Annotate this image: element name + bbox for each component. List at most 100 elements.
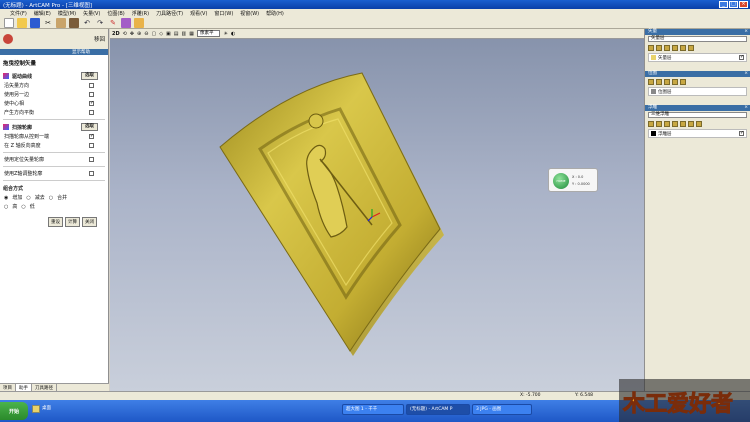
layer-tool-icon[interactable] xyxy=(672,78,678,85)
desktop-label[interactable]: 桌面 xyxy=(42,405,51,411)
radio-high[interactable]: ○ xyxy=(4,204,8,210)
radio-low[interactable]: ○ xyxy=(21,204,25,210)
option-checkbox[interactable] xyxy=(89,143,94,148)
option-checkbox[interactable] xyxy=(89,92,94,97)
draw-icon[interactable]: ✎ xyxy=(108,18,118,28)
taskbar-item[interactable]: 3 JPG - 画图 xyxy=(472,404,532,415)
layer-tool-icon[interactable] xyxy=(696,120,702,127)
taskbar-item[interactable]: 超大图 1 - 千千 xyxy=(342,404,404,415)
maximize-button[interactable]: □ xyxy=(729,1,738,8)
option-checkbox[interactable]: ✓ xyxy=(89,101,94,106)
redo-icon[interactable]: ↷ xyxy=(95,18,105,28)
layer-tool-icon[interactable] xyxy=(688,44,694,51)
option-checkbox[interactable] xyxy=(89,110,94,115)
calc-icon[interactable] xyxy=(134,17,144,28)
close-icon[interactable]: × xyxy=(744,29,748,35)
close-panel-button[interactable]: 关闭 xyxy=(82,217,97,227)
tab-assistant[interactable]: 助手 xyxy=(16,384,32,391)
select-drive-curve-button[interactable]: 选取 xyxy=(81,72,98,80)
right-panel: 矢量 × 矢量层 矢量层 ✓ 位图 × 位图层 浮雕 × 三维浮雕 浮雕层 ✓ xyxy=(644,29,750,391)
layer-tool-icon[interactable] xyxy=(672,44,678,51)
menu-vector[interactable]: 矢量(V) xyxy=(83,10,100,17)
relief-model[interactable] xyxy=(110,29,644,391)
layer-tool-icon[interactable] xyxy=(648,120,654,127)
window-titlebar[interactable]: (无标题) - ArtCAM Pro - [三维视图] _ □ × xyxy=(0,0,750,9)
layer-tool-icon[interactable] xyxy=(656,120,662,127)
section-drive-curve-title: 驱动曲线 xyxy=(12,73,33,80)
vector-layer-dropdown[interactable]: 矢量层 xyxy=(648,36,747,42)
save-icon[interactable] xyxy=(30,17,40,28)
layer-tool-icon[interactable] xyxy=(664,120,670,127)
left-panel-tabs: 项目 助手 刀具路径 xyxy=(0,383,109,391)
menu-viewport[interactable]: 视窗(W) xyxy=(240,10,259,17)
close-icon[interactable]: × xyxy=(744,105,748,111)
layer-tool-icon[interactable] xyxy=(680,120,686,127)
cut-icon[interactable]: ✂ xyxy=(43,18,53,28)
menu-bitmap[interactable]: 位图(B) xyxy=(107,10,124,17)
start-button[interactable]: 开始 xyxy=(0,402,28,420)
undo-icon[interactable]: ↶ xyxy=(82,18,92,28)
option-row: 扫描轮廓从控到一端 ✓ xyxy=(0,132,108,141)
close-button[interactable]: × xyxy=(739,1,748,8)
radio-subtract[interactable]: ○ xyxy=(26,195,30,201)
paste-icon[interactable] xyxy=(69,17,79,28)
hud-line-1: X : 0.0 xyxy=(572,175,584,179)
menu-window[interactable]: 窗口(W) xyxy=(214,10,233,17)
menu-edit[interactable]: 编辑(E) xyxy=(34,10,51,17)
layer-tool-icon[interactable] xyxy=(672,120,678,127)
menu-help[interactable]: 帮助(H) xyxy=(266,10,284,17)
view-hud[interactable]: HOME X : 0.0 Y : 0.0000 xyxy=(548,168,598,192)
quicklaunch-icon[interactable] xyxy=(32,405,40,413)
radio-add[interactable]: ◉ xyxy=(4,195,8,201)
layer-tool-icon[interactable] xyxy=(680,44,686,51)
layer-tool-icon[interactable] xyxy=(656,44,662,51)
minimize-button[interactable]: _ xyxy=(719,1,728,8)
taskbar-item[interactable]: (无标题) - ArtCAM P xyxy=(406,404,470,415)
bitmap-layer-item[interactable]: 位图层 xyxy=(648,87,747,96)
woodworking-watermark-logo: 木工爱好者 xyxy=(619,379,750,422)
layer-tool-icon[interactable] xyxy=(688,120,694,127)
relief-layer-dropdown[interactable]: 三维浮雕 xyxy=(648,112,747,118)
menu-relief[interactable]: 浮雕(R) xyxy=(132,10,149,17)
layer-tool-icon[interactable] xyxy=(664,78,670,85)
option-label: 在 Z 轴反向高度 xyxy=(4,143,41,149)
option-row: 使用另一边 xyxy=(0,90,108,99)
vector-layer-item[interactable]: 矢量层 ✓ xyxy=(648,53,747,62)
layer-tool-icon[interactable] xyxy=(664,44,670,51)
menu-toolpath[interactable]: 刀具路径(T) xyxy=(156,10,183,17)
layer-tool-icon[interactable] xyxy=(648,78,654,85)
option-checkbox[interactable] xyxy=(89,83,94,88)
open-icon[interactable] xyxy=(17,17,27,28)
layer-tool-icon[interactable] xyxy=(648,44,654,51)
option-checkbox[interactable]: ✓ xyxy=(89,134,94,139)
select-profile-button[interactable]: 选取 xyxy=(81,123,98,131)
vector-section-title: 矢量 xyxy=(648,29,657,34)
layer-visible-checkbox[interactable]: ✓ xyxy=(739,131,744,136)
radio-merge[interactable]: ○ xyxy=(49,195,53,201)
combine-options: ◉ 增加 ○ 减去 ○ 合并 xyxy=(0,193,108,202)
tab-toolpath[interactable]: 刀具路径 xyxy=(32,384,57,391)
shape-icon[interactable] xyxy=(121,17,131,28)
option-checkbox[interactable] xyxy=(89,171,94,176)
close-icon[interactable]: × xyxy=(744,71,748,77)
section-sweep-profile: 扫掠轮廓 选取 xyxy=(0,122,108,132)
new-icon[interactable] xyxy=(4,17,14,28)
calculate-button[interactable]: 计算 xyxy=(65,217,80,227)
menu-view[interactable]: 观看(V) xyxy=(190,10,207,17)
layer-tool-icon[interactable] xyxy=(680,78,686,85)
option-label: 沿矢量方向 xyxy=(4,83,30,89)
curve-icon xyxy=(3,73,9,79)
menu-model[interactable]: 模型(M) xyxy=(58,10,76,17)
panel-title: 拖曳控制矢量 xyxy=(3,61,37,67)
relief-layer-item[interactable]: 浮雕层 ✓ xyxy=(648,129,747,138)
home-disc[interactable]: HOME xyxy=(553,173,569,189)
move-back-link[interactable]: 移回 xyxy=(94,35,105,43)
option-checkbox[interactable] xyxy=(89,157,94,162)
layer-visible-checkbox[interactable]: ✓ xyxy=(739,55,744,60)
tab-project[interactable]: 项目 xyxy=(0,384,16,391)
copy-icon[interactable] xyxy=(56,17,66,28)
3d-viewport[interactable]: 2D ⟲ ✥ ⊕ ⊖ ▢ ◇ ▣ ▤ ▥ ▦ 像素平 ☀ ◐ HOME X: … xyxy=(110,29,644,391)
menu-file[interactable]: 文件(F) xyxy=(10,10,27,17)
reset-button[interactable]: 重设 xyxy=(48,217,63,227)
layer-tool-icon[interactable] xyxy=(656,78,662,85)
